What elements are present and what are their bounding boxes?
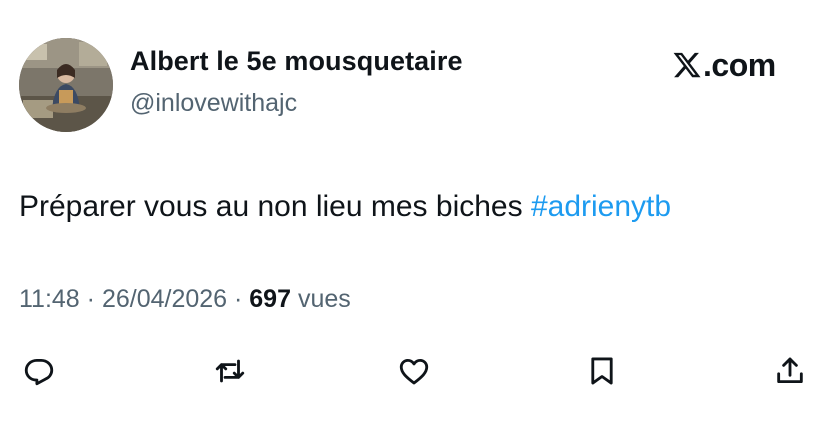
repost-icon — [215, 359, 245, 383]
tweet-time[interactable]: 11:48 — [19, 285, 80, 313]
hashtag-link[interactable]: #adrienytb — [531, 190, 671, 223]
share-icon — [777, 357, 803, 384]
tweet-card: Albert le 5e mousquetaire @inlovewithajc… — [0, 0, 827, 439]
tweet-meta: 11:48 · 26/04/2026 · 697 vues — [19, 285, 351, 314]
display-name[interactable]: Albert le 5e mousquetaire — [130, 46, 463, 77]
reply-icon — [24, 358, 54, 386]
tweet-date[interactable]: 26/04/2026 — [102, 285, 227, 313]
share-button[interactable] — [770, 351, 810, 391]
bookmark-button[interactable] — [582, 351, 622, 391]
views-count: 697 — [249, 285, 291, 313]
meta-separator: · — [227, 285, 250, 313]
bookmark-icon — [591, 357, 613, 385]
meta-separator: · — [79, 285, 102, 313]
avatar-photo — [19, 38, 113, 132]
heart-icon — [399, 358, 429, 385]
brand-domain: .com — [703, 46, 776, 83]
tweet-text: Préparer vous au non lieu mes biches #ad… — [19, 190, 671, 224]
like-button[interactable] — [394, 351, 434, 391]
brand-logo: .com — [672, 46, 776, 84]
avatar[interactable] — [19, 38, 113, 132]
reply-button[interactable] — [19, 351, 59, 391]
x-logo-icon — [673, 52, 701, 78]
repost-button[interactable] — [210, 351, 250, 391]
tweet-body: Préparer vous au non lieu mes biches — [19, 190, 531, 223]
user-handle[interactable]: @inlovewithajc — [130, 89, 297, 118]
views-label: vues — [291, 285, 351, 313]
